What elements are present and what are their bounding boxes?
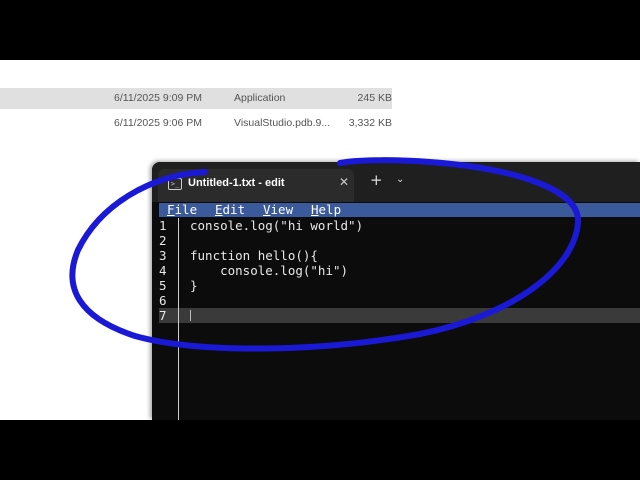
menu-file-key: F (167, 202, 175, 217)
file-date: 6/11/2025 9:09 PM (114, 92, 202, 104)
menu-help[interactable]: Help (311, 203, 341, 217)
tab-title: Untitled-1.txt - edit (188, 177, 285, 189)
line-number: 1 (159, 218, 167, 233)
letterbox-bottom (0, 420, 640, 480)
file-date: 6/11/2025 9:06 PM (114, 117, 202, 129)
file-row-pdb[interactable]: 6/11/2025 9:06 PM VisualStudio.pdb.9... … (0, 113, 392, 134)
line-number: 2 (159, 233, 167, 248)
editor-line: 5 } (159, 278, 640, 293)
menu-view-rest: iew (270, 202, 294, 217)
terminal-tab-bar: >_ Untitled-1.txt - edit ✕ + ⌄ (152, 162, 640, 202)
line-number: 7 (159, 308, 167, 323)
file-size: 3,332 KB (348, 117, 392, 129)
menu-view-key: V (263, 202, 271, 217)
menu-view[interactable]: View (263, 203, 293, 217)
menu-edit-key: E (215, 202, 223, 217)
terminal-tab[interactable]: >_ Untitled-1.txt - edit ✕ (158, 169, 354, 202)
file-type: Application (234, 92, 286, 104)
menu-edit-rest: dit (222, 202, 246, 217)
file-row-application[interactable]: 6/11/2025 9:09 PM Application 245 KB (0, 88, 392, 109)
file-size: 245 KB (357, 92, 392, 104)
new-tab-plus-icon[interactable]: + (370, 173, 383, 188)
menu-help-key: H (311, 202, 319, 217)
line-text: console.log("hi world") (190, 218, 364, 233)
terminal-prompt-icon: >_ (168, 178, 182, 190)
editor-menu-bar: File Edit View Help (159, 203, 640, 217)
line-number: 5 (159, 278, 167, 293)
editor-line-current: 7 (159, 308, 640, 323)
editor-line: 1 console.log("hi world") (159, 218, 640, 233)
text-editor-area[interactable]: 1 console.log("hi world") 2 3 function h… (159, 218, 640, 420)
line-number: 3 (159, 248, 167, 263)
editor-line: 2 (159, 233, 640, 248)
line-number: 6 (159, 293, 167, 308)
gutter-divider (178, 218, 179, 420)
terminal-window: >_ Untitled-1.txt - edit ✕ + ⌄ File Edit… (152, 162, 640, 420)
editor-line: 6 (159, 293, 640, 308)
editor-line: 4 console.log("hi") (159, 263, 640, 278)
text-caret (190, 310, 191, 321)
close-icon[interactable]: ✕ (339, 175, 349, 189)
line-text: console.log("hi") (190, 263, 349, 278)
line-text: function hello(){ (190, 248, 318, 263)
editor-line: 3 function hello(){ (159, 248, 640, 263)
menu-help-rest: elp (318, 202, 342, 217)
menu-edit[interactable]: Edit (215, 203, 245, 217)
chevron-down-icon[interactable]: ⌄ (396, 174, 404, 185)
line-number: 4 (159, 263, 167, 278)
menu-file-rest: ile (174, 202, 198, 217)
line-text: } (190, 278, 198, 293)
letterbox-top (0, 0, 640, 60)
menu-file[interactable]: File (167, 203, 197, 217)
